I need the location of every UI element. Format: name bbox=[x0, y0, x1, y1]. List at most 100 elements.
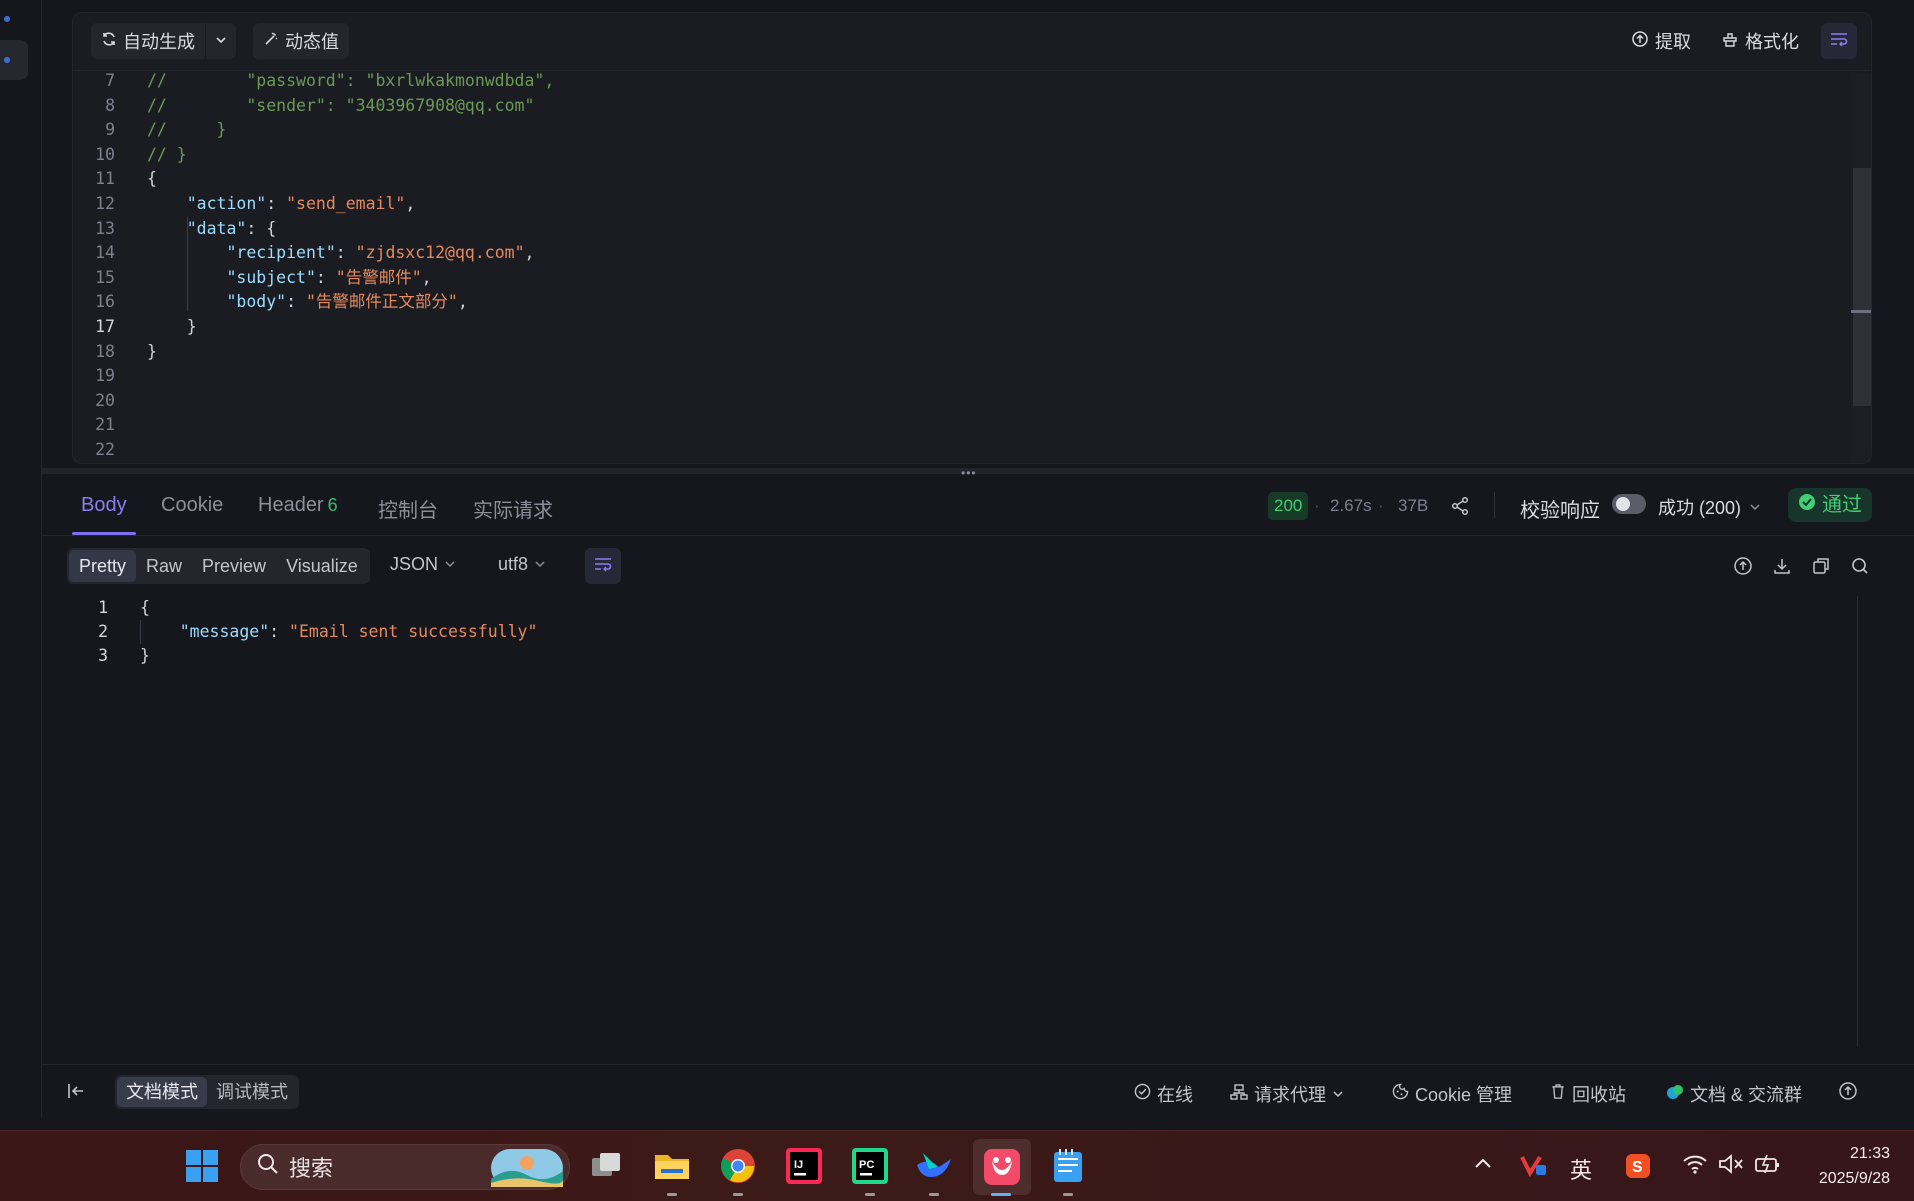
intellij-idea-icon[interactable]: IJ bbox=[785, 1147, 823, 1185]
tab-actual-request[interactable]: 实际请求 bbox=[473, 494, 553, 523]
debug-mode-button[interactable]: 调试模式 bbox=[207, 1077, 297, 1107]
response-scrollbar[interactable] bbox=[1857, 596, 1858, 1046]
trash-icon bbox=[1550, 1083, 1566, 1105]
sidebar-collapsed-tab[interactable] bbox=[0, 40, 28, 80]
docs-community-button[interactable]: 文档 & 交流群 bbox=[1666, 1081, 1802, 1107]
taskbar-search-box[interactable]: 搜索 bbox=[240, 1144, 570, 1190]
chevron-down-icon bbox=[1332, 1084, 1344, 1105]
validate-result-dropdown[interactable]: 成功 (200) bbox=[1658, 494, 1761, 520]
file-explorer-icon[interactable] bbox=[653, 1147, 691, 1185]
wrap-lines-icon bbox=[1829, 31, 1849, 52]
request-proxy-dropdown[interactable]: 请求代理 bbox=[1230, 1081, 1344, 1107]
pycharm-icon[interactable]: PC bbox=[851, 1147, 889, 1185]
code-text: // } bbox=[147, 118, 226, 142]
editor-scrollbar-thumb[interactable] bbox=[1853, 168, 1871, 406]
view-mode-preview[interactable]: Preview bbox=[192, 550, 276, 582]
code-text: { bbox=[140, 596, 150, 620]
extract-button[interactable]: 提取 bbox=[1631, 23, 1691, 59]
panel-resize-splitter[interactable] bbox=[42, 468, 1914, 474]
auto-generate-button[interactable]: 自动生成 bbox=[91, 23, 205, 59]
cookie-manager-button[interactable]: Cookie 管理 bbox=[1392, 1081, 1512, 1107]
chevron-down-icon bbox=[444, 554, 456, 575]
request-editor-toolbar: 自动生成 动态值 提取 格式化 bbox=[73, 13, 1871, 71]
code-token: // } bbox=[147, 120, 227, 140]
battery-charging-icon[interactable] bbox=[1754, 1153, 1782, 1175]
recycle-bin-button[interactable]: 回收站 bbox=[1550, 1081, 1626, 1107]
search-placeholder: 搜索 bbox=[289, 1156, 334, 1181]
tab-body[interactable]: Body bbox=[81, 494, 127, 517]
line-number: 10 bbox=[95, 144, 115, 164]
sogou-ime-icon[interactable]: S bbox=[1625, 1153, 1651, 1179]
line-number: 3 bbox=[98, 646, 108, 665]
line-number: 17 bbox=[95, 317, 115, 336]
response-format-bar: Pretty Raw Preview Visualize JSON utf8 bbox=[42, 540, 1914, 592]
dynamic-value-group: 动态值 bbox=[253, 23, 349, 59]
feishu-lark-icon[interactable] bbox=[915, 1147, 953, 1185]
refresh-icon bbox=[101, 31, 117, 52]
search-highlight-image-icon bbox=[491, 1149, 563, 1193]
line-number: 15 bbox=[95, 267, 115, 287]
view-mode-raw[interactable]: Raw bbox=[136, 550, 192, 582]
response-body-viewer[interactable]: 1 {2 "message": "Email sent successfully"… bbox=[42, 596, 1882, 1046]
line-number: 14 bbox=[95, 243, 115, 263]
apifox-icon[interactable] bbox=[973, 1139, 1031, 1195]
community-logo-icon bbox=[1666, 1083, 1684, 1106]
code-token: // "sender": "3403967908@qq.com" bbox=[147, 95, 535, 115]
tab-header[interactable]: Header 6 bbox=[258, 494, 338, 517]
editor-scrollbar[interactable] bbox=[1851, 73, 1871, 463]
view-mode-visualize[interactable]: Visualize bbox=[276, 550, 368, 582]
code-text: { bbox=[147, 167, 157, 191]
online-status[interactable]: 在线 bbox=[1134, 1081, 1193, 1107]
search-icon[interactable] bbox=[1848, 554, 1872, 578]
doc-mode-button[interactable]: 文档模式 bbox=[117, 1077, 207, 1107]
show-hidden-icons-chevron[interactable] bbox=[1473, 1155, 1493, 1171]
save-as-example-icon[interactable] bbox=[1731, 554, 1755, 578]
collapse-sidebar-icon[interactable] bbox=[66, 1081, 86, 1101]
tab-cookie[interactable]: Cookie bbox=[161, 494, 223, 517]
online-label: 在线 bbox=[1157, 1085, 1193, 1105]
response-wrap-toggle[interactable] bbox=[585, 548, 621, 584]
format-select[interactable]: JSON bbox=[390, 554, 456, 575]
code-token: } bbox=[147, 341, 157, 361]
code-token: // "password": "bxrlwkakmonwdbda", bbox=[147, 71, 555, 90]
copy-icon[interactable] bbox=[1809, 554, 1833, 578]
response-time: 2.67s bbox=[1330, 496, 1372, 515]
windows-start-icon[interactable] bbox=[183, 1147, 221, 1185]
antivirus-tray-icon[interactable] bbox=[1520, 1153, 1548, 1179]
download-icon[interactable] bbox=[1770, 554, 1794, 578]
sidebar-dot bbox=[4, 16, 10, 22]
code-token: "action" bbox=[186, 194, 267, 213]
meta-separator: · bbox=[1314, 496, 1320, 515]
search-icon bbox=[257, 1153, 279, 1181]
request-code-area[interactable]: 7 // "password": "bxrlwkakmonwdbda", 8 // "… bbox=[73, 71, 1851, 463]
line-number: 11 bbox=[95, 169, 115, 189]
code-token: , bbox=[405, 194, 416, 213]
running-indicator bbox=[733, 1193, 743, 1196]
view-mode-pretty[interactable]: Pretty bbox=[69, 550, 137, 582]
pass-label: 通过 bbox=[1822, 494, 1862, 516]
cookie-manager-label: Cookie 管理 bbox=[1415, 1085, 1513, 1105]
code-token: "subject" bbox=[226, 267, 316, 287]
task-view-icon[interactable] bbox=[587, 1147, 625, 1185]
upgrade-icon[interactable] bbox=[1838, 1081, 1858, 1101]
chrome-icon[interactable] bbox=[719, 1147, 757, 1185]
encoding-select[interactable]: utf8 bbox=[498, 554, 546, 575]
word-wrap-toggle[interactable] bbox=[1821, 23, 1857, 59]
validate-response-toggle[interactable] bbox=[1612, 494, 1646, 514]
notepad-icon[interactable] bbox=[1049, 1147, 1087, 1185]
dynamic-value-button[interactable]: 动态值 bbox=[253, 23, 349, 59]
network-icon bbox=[1230, 1083, 1248, 1106]
volume-muted-icon[interactable] bbox=[1718, 1153, 1744, 1175]
ime-language-indicator[interactable]: 英 bbox=[1570, 1153, 1592, 1185]
tab-console[interactable]: 控制台 bbox=[378, 494, 438, 523]
wifi-icon[interactable] bbox=[1682, 1153, 1708, 1175]
line-number: 13 bbox=[95, 218, 115, 238]
divider bbox=[1494, 492, 1495, 518]
taskbar-clock[interactable]: 21:33 2025/9/28 bbox=[1800, 1141, 1890, 1191]
validate-result-label: 成功 (200) bbox=[1658, 498, 1742, 518]
share-icon[interactable] bbox=[1448, 494, 1472, 518]
format-button[interactable]: 格式化 bbox=[1721, 23, 1799, 59]
clock-time: 21:33 bbox=[1849, 1145, 1890, 1162]
auto-generate-dropdown[interactable] bbox=[206, 23, 236, 59]
